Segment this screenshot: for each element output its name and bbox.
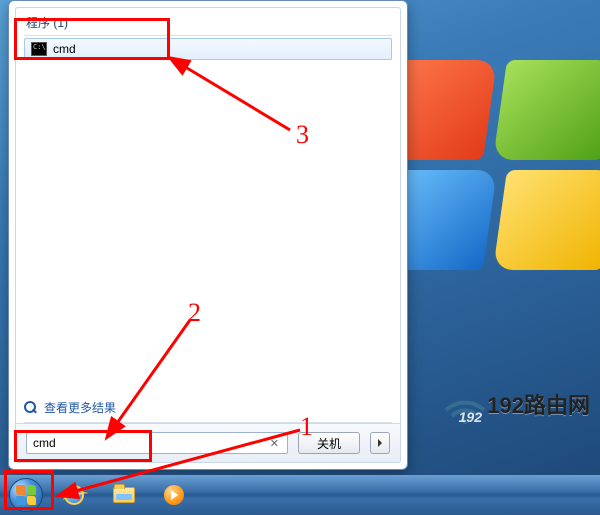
taskbar-media-player-button[interactable] <box>150 479 198 511</box>
taskbar <box>0 475 600 515</box>
shutdown-options-arrow[interactable] <box>370 432 390 454</box>
search-input[interactable] <box>31 436 266 450</box>
internet-explorer-icon <box>62 483 86 507</box>
taskbar-ie-button[interactable] <box>50 479 98 511</box>
start-button[interactable] <box>4 477 48 513</box>
file-explorer-icon <box>113 487 135 503</box>
search-result-cmd[interactable]: cmd <box>24 38 392 60</box>
watermark-text: 192路由网 <box>487 388 590 420</box>
taskbar-explorer-button[interactable] <box>100 479 148 511</box>
start-menu-panel: 程序 (1) cmd 查看更多结果 ✕ 关机 <box>8 0 408 470</box>
shutdown-button[interactable]: 关机 <box>298 432 360 454</box>
see-more-results-label: 查看更多结果 <box>44 399 116 416</box>
media-player-icon <box>164 485 184 505</box>
see-more-results[interactable]: 查看更多结果 <box>16 393 400 422</box>
search-icon <box>24 401 38 415</box>
cmd-icon <box>31 42 47 56</box>
start-menu-bottom-bar: ✕ 关机 <box>16 423 400 462</box>
search-section-header: 程序 (1) <box>16 8 400 35</box>
watermark-badge: 192 <box>459 409 482 425</box>
windows-logo-wallpaper <box>380 60 600 300</box>
clear-search-icon[interactable]: ✕ <box>266 437 283 450</box>
search-box[interactable]: ✕ <box>26 432 288 454</box>
windows-logo-icon <box>9 478 43 512</box>
divider <box>24 35 392 36</box>
search-result-label: cmd <box>53 42 76 56</box>
